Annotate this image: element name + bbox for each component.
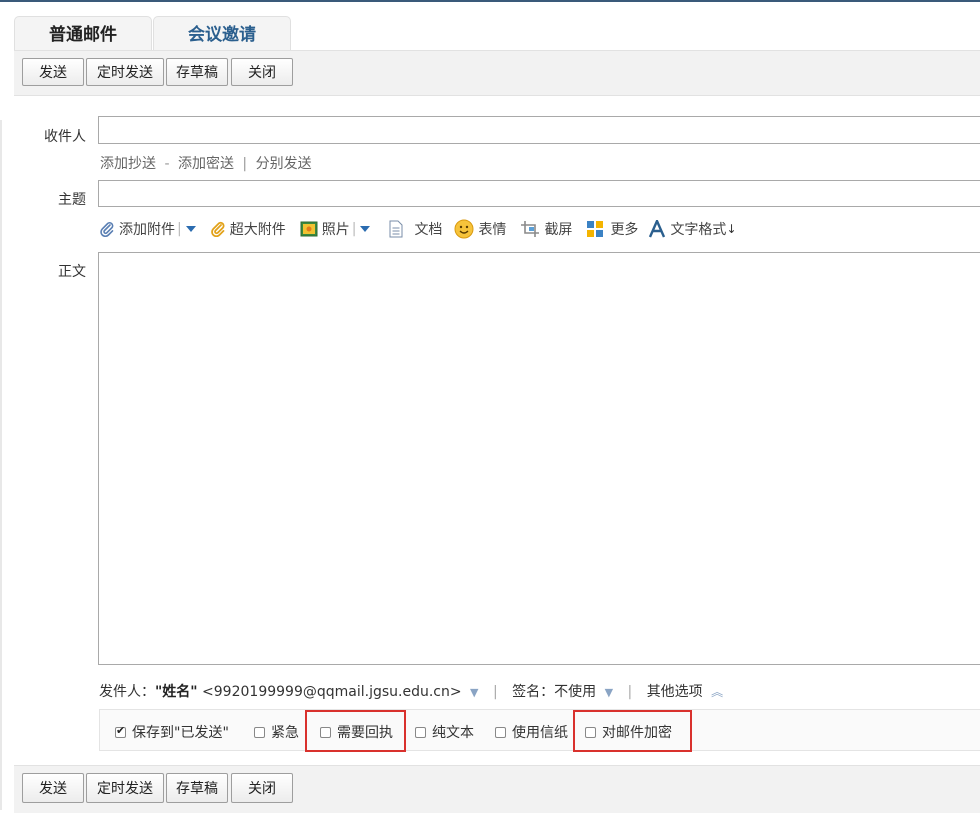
option-plain-text-label: 纯文本	[432, 725, 474, 741]
document-icon	[389, 220, 403, 238]
split-divider: |	[177, 221, 182, 237]
text-format-icon	[649, 220, 666, 238]
top-toolbar: 发送 定时发送 存草稿 关闭	[14, 50, 980, 96]
bottom-toolbar: 发送 定时发送 存草稿 关闭	[14, 765, 980, 813]
send-options-panel: 保存到"已发送" 紧急 需要回执 纯文本 使用信纸 对邮件加密	[99, 709, 980, 751]
left-edge-divider	[0, 120, 2, 810]
option-urgent[interactable]: 紧急	[254, 722, 299, 742]
screenshot-label: 截屏	[544, 222, 573, 238]
sender-label: 发件人：	[99, 684, 155, 700]
double-chevron-up-icon[interactable]: ︽	[711, 685, 723, 699]
sender-line: 发件人："姓名" <9920199999@qqmail.jgsu.edu.cn>…	[99, 681, 723, 701]
option-urgent-label: 紧急	[271, 725, 299, 741]
down-arrow-icon: ↓	[726, 222, 737, 236]
checkbox-icon[interactable]	[495, 726, 506, 738]
more-apps-icon	[587, 221, 604, 237]
emoji-icon	[454, 219, 474, 239]
large-paperclip-icon	[210, 221, 225, 237]
split-divider: |	[351, 221, 357, 237]
option-save-to-sent[interactable]: 保存到"已发送"	[115, 722, 229, 742]
screenshot-tool[interactable]: 截屏	[520, 219, 572, 239]
option-save-to-sent-label: 保存到"已发送"	[132, 725, 229, 741]
to-input[interactable]	[98, 116, 980, 144]
option-stationery-label: 使用信纸	[512, 725, 568, 741]
signature-dropdown-icon[interactable]: ▼	[605, 686, 613, 699]
add-bcc-link[interactable]: 添加密送	[178, 156, 234, 172]
option-plain-text[interactable]: 纯文本	[415, 722, 474, 742]
more-tool[interactable]: 更多	[586, 219, 638, 239]
signature-label: 签名：	[512, 684, 555, 700]
large-attachment-label: 超大附件	[229, 222, 286, 238]
sender-name: "姓名"	[155, 684, 198, 700]
sender-email[interactable]: <9920199999@qqmail.jgsu.edu.cn>	[202, 684, 462, 700]
add-attachment-tool[interactable]: 添加附件 |	[99, 219, 200, 239]
close-button[interactable]: 关闭	[231, 58, 293, 86]
subject-label: 主题	[58, 192, 86, 208]
window-top-border	[0, 0, 980, 2]
sender-sep-2: |	[627, 684, 633, 700]
screenshot-icon	[521, 221, 540, 237]
photo-icon	[300, 221, 318, 237]
document-tool[interactable]: 文档	[388, 219, 442, 239]
send-button-bottom[interactable]: 发送	[22, 773, 84, 803]
other-options-toggle[interactable]: 其他选项	[647, 684, 703, 700]
add-attachment-label: 添加附件	[119, 222, 175, 238]
dropdown-arrow-icon[interactable]	[185, 225, 196, 233]
save-draft-button[interactable]: 存草稿	[166, 58, 228, 86]
scheduled-send-button-bottom[interactable]: 定时发送	[86, 773, 164, 803]
links-bar: |	[242, 156, 248, 172]
subject-input[interactable]	[98, 180, 980, 207]
checkbox-icon[interactable]	[115, 724, 126, 738]
photo-label: 照片	[321, 222, 350, 238]
emoji-tool[interactable]: 表情	[454, 219, 506, 239]
text-format-label: 文字格式	[670, 222, 727, 238]
highlight-encrypt	[573, 710, 692, 752]
recipient-links: 添加抄送 - 添加密送 | 分别发送	[100, 153, 312, 173]
add-cc-link[interactable]: 添加抄送	[100, 156, 156, 172]
checkbox-icon[interactable]	[415, 726, 426, 738]
send-button[interactable]: 发送	[22, 58, 84, 86]
tab-normal-mail[interactable]: 普通邮件	[14, 16, 152, 51]
body-editor[interactable]	[98, 252, 980, 665]
signature-value[interactable]: 不使用	[554, 684, 596, 700]
large-attachment-tool[interactable]: 超大附件	[210, 219, 286, 239]
sender-sep-1: |	[492, 684, 498, 700]
compose-tools-bar: 添加附件 | 超大附件 照片 | 文档 表情 截屏 更多 文字格式 ↓	[99, 218, 747, 240]
checkbox-icon[interactable]	[254, 726, 265, 738]
to-label: 收件人	[44, 129, 86, 145]
dropdown-arrow-icon[interactable]	[360, 225, 371, 233]
tab-meeting-invite[interactable]: 会议邀请	[153, 16, 291, 51]
body-label: 正文	[58, 264, 86, 280]
save-draft-button-bottom[interactable]: 存草稿	[166, 773, 228, 803]
separate-send-link[interactable]: 分别发送	[256, 156, 312, 172]
photo-tool[interactable]: 照片 |	[300, 219, 375, 239]
sender-dropdown-icon[interactable]: ▼	[470, 686, 478, 699]
more-label: 更多	[610, 222, 639, 238]
scheduled-send-button[interactable]: 定时发送	[86, 58, 164, 86]
emoji-label: 表情	[478, 222, 507, 238]
links-dash: -	[164, 156, 170, 172]
text-format-tool[interactable]: 文字格式 ↓	[648, 219, 737, 239]
paperclip-icon	[100, 222, 114, 237]
highlight-read-receipt	[305, 710, 406, 752]
document-label: 文档	[414, 222, 443, 238]
close-button-bottom[interactable]: 关闭	[231, 773, 293, 803]
option-stationery[interactable]: 使用信纸	[495, 722, 568, 742]
